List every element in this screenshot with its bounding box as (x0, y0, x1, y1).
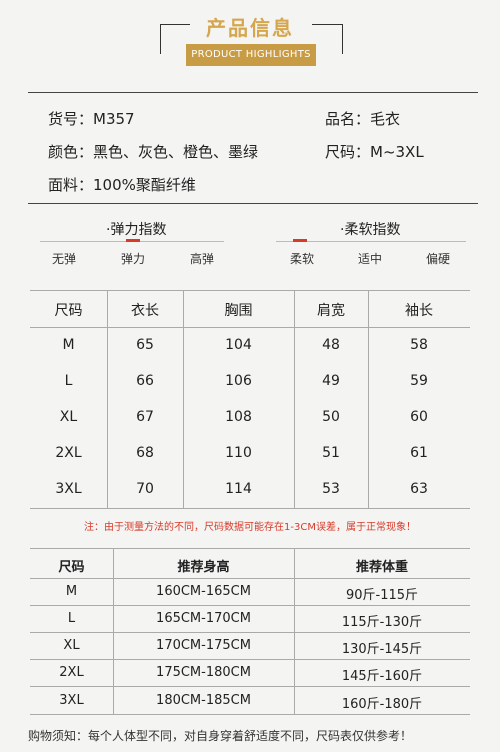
header-cell: 推荐身高 (177, 560, 230, 575)
table-cell: 67 (136, 409, 154, 425)
table-cell: 66 (136, 373, 154, 389)
table-divider (368, 290, 369, 508)
table-cell: 68 (136, 445, 154, 461)
table-cell: 108 (225, 409, 252, 425)
table-cell: 49 (322, 373, 340, 389)
table-rule (30, 605, 470, 606)
table-rule (30, 686, 470, 687)
header-cell: 推荐体重 (355, 560, 408, 575)
table-cell: 65 (136, 337, 154, 353)
softness-title: ·柔软指数 (340, 222, 401, 238)
table-cell: 3XL (55, 481, 82, 497)
table-cell: 63 (410, 481, 428, 497)
table-cell: 114 (225, 481, 252, 497)
table-rule (30, 327, 470, 328)
table-cell: L (64, 373, 73, 389)
table-cell: 145斤-160斤 (341, 669, 423, 684)
table-cell: 160斤-180斤 (341, 697, 423, 712)
product-info-box: 货号：M357 品名：毛衣 颜色：黑色、灰色、橙色、墨绿 尺码：M~3XL 面料… (28, 92, 478, 204)
table-cell: 115斤-130斤 (341, 615, 423, 630)
table-cell: XL (63, 638, 80, 653)
header-cell: 尺码 (54, 303, 83, 319)
product-sizes: 尺码：M~3XL (325, 143, 424, 161)
measurement-note: 注：由于测量方法的不同，尺码数据可能存在1-3CM误差，属于正常现象！ (84, 522, 416, 533)
softness-label: 适中 (358, 252, 383, 266)
table-cell: 90斤-115斤 (345, 588, 419, 603)
table-cell: 51 (322, 445, 340, 461)
table-divider (183, 290, 184, 508)
elasticity-marker (126, 239, 140, 242)
elasticity-label: 弹力 (121, 252, 146, 266)
table-cell: 59 (410, 373, 428, 389)
table-rule (30, 548, 470, 549)
product-fabric: 面料：100%聚酯纤维 (48, 176, 196, 194)
product-colors: 颜色：黑色、灰色、橙色、墨绿 (48, 143, 259, 161)
page-title: 产品信息 (206, 16, 294, 40)
table-rule (30, 659, 470, 660)
table-cell: M (62, 337, 75, 353)
table-cell: 110 (225, 445, 252, 461)
table-cell: 2XL (59, 665, 84, 680)
table-rule (30, 714, 470, 715)
table-cell: 104 (225, 337, 252, 353)
header-cell: 肩宽 (317, 303, 345, 319)
softness-label: 柔软 (290, 252, 315, 266)
header-cell: 尺码 (58, 560, 85, 575)
table-cell: XL (59, 409, 78, 425)
table-cell: 170CM-175CM (156, 638, 251, 653)
elasticity-label: 无弹 (52, 252, 77, 266)
table-cell: 60 (410, 409, 428, 425)
table-cell: 58 (410, 337, 428, 353)
table-cell: 53 (322, 481, 340, 497)
table-cell: 3XL (59, 693, 84, 708)
table-cell: 160CM-165CM (156, 584, 251, 599)
table-divider (294, 290, 295, 508)
table-cell: M (65, 584, 78, 599)
header-banner: PRODUCT HIGHLIGHTS (186, 44, 316, 66)
header-cell: 衣长 (131, 303, 159, 319)
table-cell: 130斤-145斤 (341, 642, 423, 657)
table-cell: 50 (322, 409, 340, 425)
table-cell: 180CM-185CM (156, 693, 251, 708)
softness-marker (293, 239, 307, 242)
elasticity-label: 高弹 (190, 252, 215, 266)
table-cell: 165CM-170CM (156, 611, 251, 626)
table-divider (107, 290, 108, 508)
table-cell: 48 (322, 337, 340, 353)
elasticity-title: ·弹力指数 (106, 222, 167, 238)
item-number: 货号：M357 (48, 110, 135, 128)
header-cell: 胸围 (224, 303, 253, 319)
table-rule (30, 508, 470, 509)
table-cell: L (67, 611, 76, 626)
table-rule (30, 290, 470, 291)
softness-label: 偏硬 (426, 252, 451, 266)
table-cell: 61 (410, 445, 428, 461)
table-cell: 106 (225, 373, 252, 389)
table-cell: 175CM-180CM (156, 665, 251, 680)
table-cell: 2XL (55, 445, 82, 461)
product-name: 品名：毛衣 (325, 110, 401, 128)
header-cell: 袖长 (405, 303, 433, 319)
table-rule (30, 632, 470, 633)
table-cell: 70 (136, 481, 154, 497)
table-rule (30, 578, 470, 579)
shopping-notice: 购物须知：每个人体型不同，对自身穿着舒适度不同，尺码表仅供参考！ (28, 729, 413, 743)
